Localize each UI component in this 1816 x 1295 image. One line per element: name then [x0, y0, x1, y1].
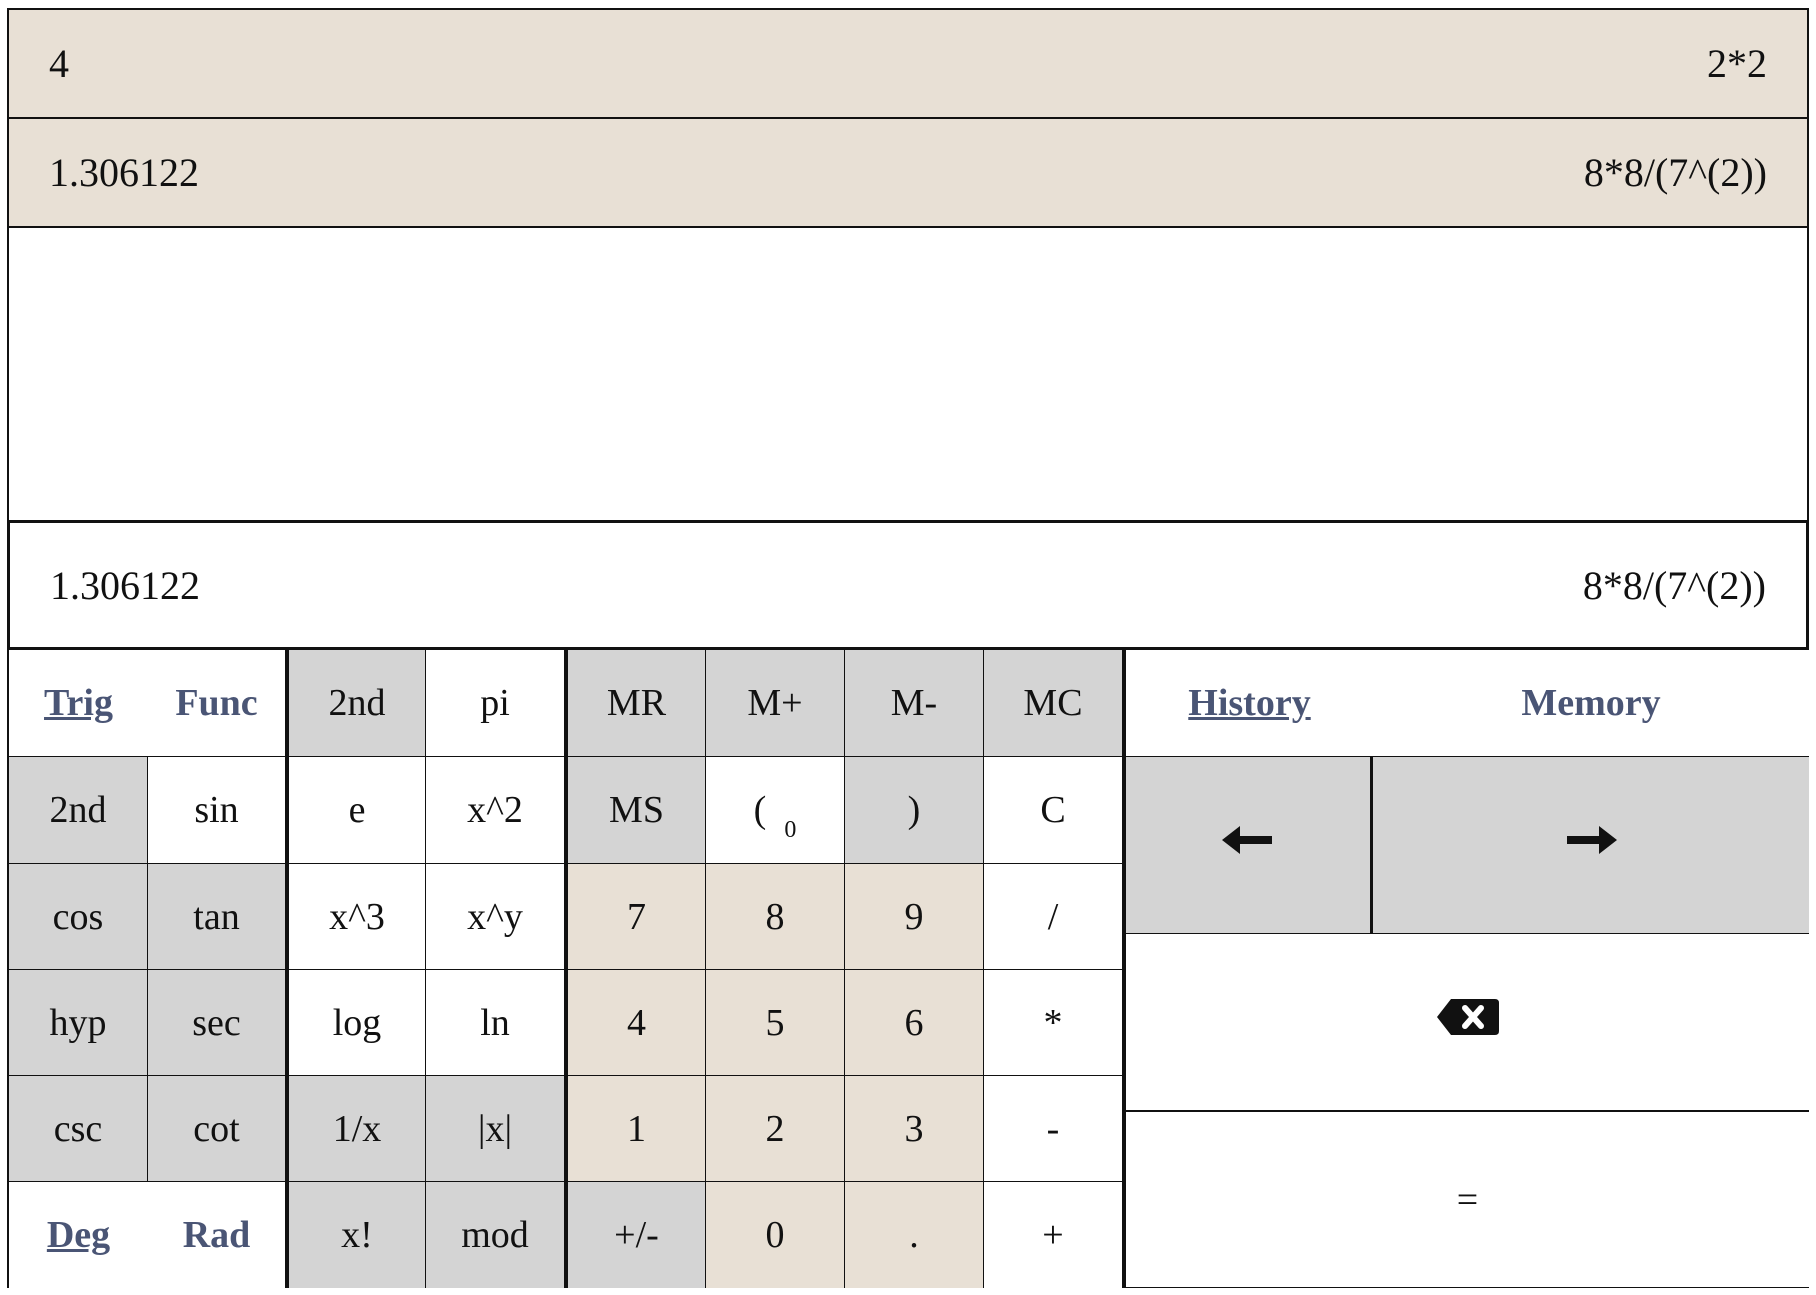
cos-button[interactable]: cos — [9, 864, 148, 970]
memory-add-button[interactable]: M+ — [706, 650, 845, 757]
equals-button[interactable]: = — [1123, 1111, 1809, 1288]
tab-func-label: Func — [175, 682, 258, 724]
history-entry[interactable]: 4 2*2 — [9, 10, 1807, 119]
divide-button[interactable]: / — [984, 864, 1123, 970]
cursor-right-button[interactable] — [1373, 757, 1809, 934]
pi-button[interactable]: pi — [426, 650, 565, 757]
digit-1-button[interactable]: 1 — [565, 1076, 706, 1182]
memory-subtract-button[interactable]: M- — [845, 650, 984, 757]
digit-0-button[interactable]: 0 — [706, 1182, 845, 1288]
add-button[interactable]: + — [984, 1182, 1123, 1288]
keypad: Trig Func 2nd pi MR M+ M- MC History Mem… — [7, 650, 1809, 1288]
arrow-right-icon — [1565, 820, 1617, 870]
cube-button[interactable]: x^3 — [286, 864, 426, 970]
second-button[interactable]: 2nd — [9, 757, 148, 864]
tan-button[interactable]: tan — [148, 864, 286, 970]
tab-func[interactable]: Func — [148, 650, 286, 757]
cursor-left-button[interactable] — [1123, 757, 1373, 934]
digit-6-button[interactable]: 6 — [845, 970, 984, 1076]
history-panel: 4 2*2 1.306122 8*8/(7^(2)) — [7, 8, 1809, 520]
tab-history[interactable]: History — [1123, 650, 1373, 757]
memory-recall-button[interactable]: MR — [565, 650, 706, 757]
backspace-button[interactable] — [1123, 934, 1809, 1111]
display-expression: 8*8/(7^(2)) — [1582, 562, 1766, 608]
digit-4-button[interactable]: 4 — [565, 970, 706, 1076]
calculator: 4 2*2 1.306122 8*8/(7^(2)) 1.306122 8*8/… — [7, 8, 1809, 1288]
open-paren-button[interactable]: (0 — [706, 757, 845, 864]
tab-rad[interactable]: Rad — [148, 1182, 286, 1288]
digit-9-button[interactable]: 9 — [845, 864, 984, 970]
close-paren-button[interactable]: ) — [845, 757, 984, 864]
digit-3-button[interactable]: 3 — [845, 1076, 984, 1182]
hyp-button[interactable]: hyp — [9, 970, 148, 1076]
tab-memory[interactable]: Memory — [1373, 650, 1809, 757]
main-display: 1.306122 8*8/(7^(2)) — [7, 520, 1809, 650]
memory-store-button[interactable]: MS — [565, 757, 706, 864]
factorial-button[interactable]: x! — [286, 1182, 426, 1288]
square-button[interactable]: x^2 — [426, 757, 565, 864]
tab-deg[interactable]: Deg — [9, 1182, 148, 1288]
clear-button[interactable]: C — [984, 757, 1123, 864]
backspace-icon — [1435, 997, 1501, 1047]
display-result: 1.306122 — [50, 562, 200, 608]
sec-button[interactable]: sec — [148, 970, 286, 1076]
history-result: 1.306122 — [49, 150, 199, 195]
history-expression: 2*2 — [1707, 41, 1767, 86]
power-button[interactable]: x^y — [426, 864, 565, 970]
ln-button[interactable]: ln — [426, 970, 565, 1076]
paren-count: 0 — [784, 816, 797, 843]
csc-button[interactable]: csc — [9, 1076, 148, 1182]
digit-7-button[interactable]: 7 — [565, 864, 706, 970]
tab-memory-label: Memory — [1521, 682, 1661, 724]
multiply-button[interactable]: * — [984, 970, 1123, 1076]
tab-trig[interactable]: Trig — [9, 650, 148, 757]
reciprocal-button[interactable]: 1/x — [286, 1076, 426, 1182]
mod-button[interactable]: mod — [426, 1182, 565, 1288]
subtract-button[interactable]: - — [984, 1076, 1123, 1182]
open-paren-label: ( — [753, 789, 767, 831]
e-button[interactable]: e — [286, 757, 426, 864]
tab-deg-label: Deg — [46, 1214, 111, 1256]
digit-5-button[interactable]: 5 — [706, 970, 845, 1076]
sin-button[interactable]: sin — [148, 757, 286, 864]
cot-button[interactable]: cot — [148, 1076, 286, 1182]
negate-button[interactable]: +/- — [565, 1182, 706, 1288]
history-entry[interactable]: 1.306122 8*8/(7^(2)) — [9, 119, 1807, 228]
absolute-button[interactable]: |x| — [426, 1076, 565, 1182]
tab-rad-label: Rad — [182, 1214, 251, 1256]
arrow-left-icon — [1222, 820, 1274, 870]
memory-clear-button[interactable]: MC — [984, 650, 1123, 757]
digit-8-button[interactable]: 8 — [706, 864, 845, 970]
log-button[interactable]: log — [286, 970, 426, 1076]
history-result: 4 — [49, 41, 69, 86]
second-button-top[interactable]: 2nd — [286, 650, 426, 757]
decimal-button[interactable]: . — [845, 1182, 984, 1288]
digit-2-button[interactable]: 2 — [706, 1076, 845, 1182]
tab-history-label: History — [1188, 682, 1311, 724]
history-expression: 8*8/(7^(2)) — [1583, 150, 1767, 195]
tab-trig-label: Trig — [44, 682, 113, 724]
